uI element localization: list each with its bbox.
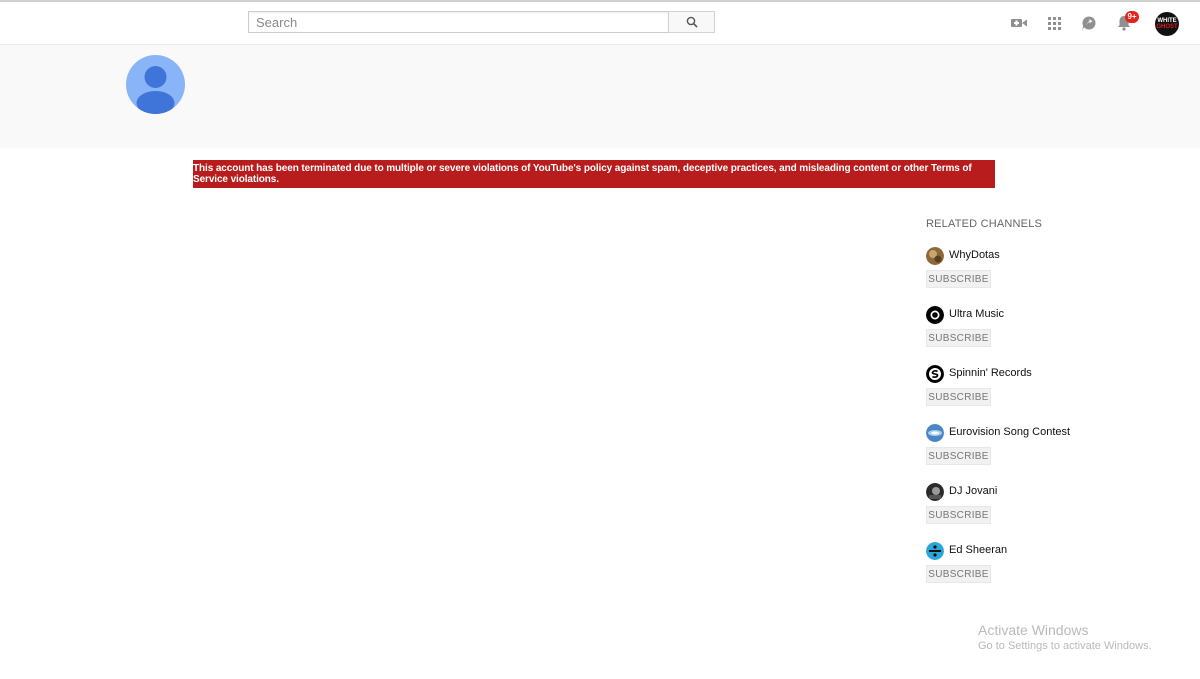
related-channel-item: DJ Jovani SUBSCRIBE [926, 483, 1146, 533]
search-input[interactable] [248, 11, 668, 33]
channel-avatar [126, 55, 185, 114]
channel-thumbnail[interactable] [926, 306, 944, 324]
subscribe-button[interactable]: SUBSCRIBE [926, 565, 991, 583]
related-channel-item: Ultra Music SUBSCRIBE [926, 306, 1146, 356]
channel-name-link[interactable]: Ed Sheeran [949, 544, 1007, 556]
subscribe-button[interactable]: SUBSCRIBE [926, 447, 991, 465]
related-channel-item: WhyDotas SUBSCRIBE [926, 247, 1146, 297]
search-button[interactable] [668, 11, 715, 33]
channel-name-link[interactable]: Spinnin' Records [949, 367, 1032, 379]
channel-name-link[interactable]: DJ Jovani [949, 485, 997, 497]
video-camera-icon [1011, 19, 1027, 27]
channel-name-link[interactable]: Ultra Music [949, 308, 1004, 320]
notification-count-badge: 9+ [1125, 11, 1139, 23]
upload-video-button[interactable] [1010, 14, 1028, 32]
related-channel-item: Spinnin' Records SUBSCRIBE [926, 365, 1146, 415]
account-terminated-alert: This account has been terminated due to … [193, 160, 995, 188]
channel-thumbnail[interactable] [926, 247, 944, 265]
messages-button[interactable] [1080, 14, 1098, 32]
subscribe-button[interactable]: SUBSCRIBE [926, 329, 991, 347]
related-channel-item: Ed Sheeran SUBSCRIBE [926, 542, 1146, 592]
subscribe-button[interactable]: SUBSCRIBE [926, 270, 991, 288]
activate-windows-watermark-title: Activate Windows [978, 622, 1089, 638]
channel-name-link[interactable]: Eurovision Song Contest [949, 426, 1070, 438]
activate-windows-watermark-subtitle: Go to Settings to activate Windows. [978, 640, 1152, 652]
related-channel-item: Eurovision Song Contest SUBSCRIBE [926, 424, 1146, 474]
avatar-text-line2: GHOST [1156, 24, 1178, 30]
apps-grid-icon [1047, 16, 1061, 30]
related-channels-heading: RELATED CHANNELS [926, 218, 1043, 230]
share-chat-icon [1082, 16, 1096, 30]
channel-thumbnail[interactable] [926, 483, 944, 501]
channel-thumbnail[interactable] [926, 365, 944, 383]
default-user-icon [136, 66, 175, 114]
masthead: 9+ WHITE GHOST [0, 2, 1200, 45]
channel-thumbnail[interactable] [926, 542, 944, 560]
channel-thumbnail[interactable] [926, 424, 944, 442]
channel-name-link[interactable]: WhyDotas [949, 249, 1000, 261]
search-icon [686, 16, 698, 28]
subscribe-button[interactable]: SUBSCRIBE [926, 388, 991, 406]
subscribe-button[interactable]: SUBSCRIBE [926, 506, 991, 524]
account-avatar[interactable]: WHITE GHOST [1155, 12, 1179, 36]
apps-button[interactable] [1045, 14, 1063, 32]
